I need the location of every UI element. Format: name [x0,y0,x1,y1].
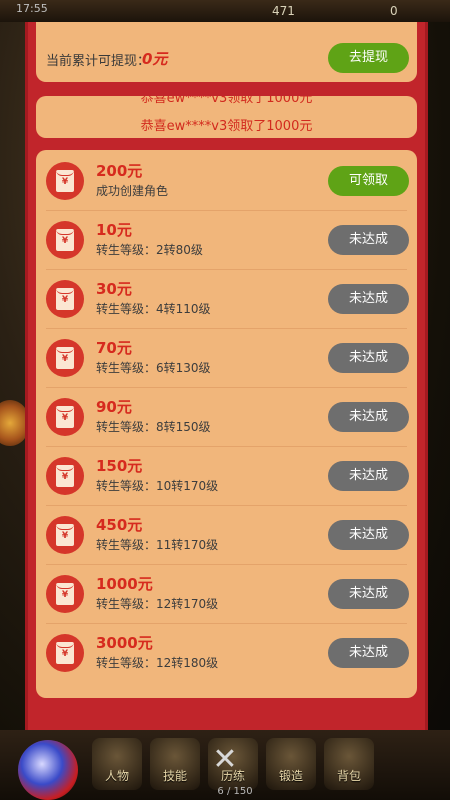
red-envelope-icon: ¥ [46,280,84,318]
reward-row: ¥90元转生等级：8转150级 未达成 [36,388,417,447]
yen-symbol: ¥ [61,177,69,187]
yen-symbol: ¥ [61,295,69,305]
reward-condition: 转生等级：6转130级 [96,361,211,375]
page-counter: 6 / 150 [217,786,253,797]
not-reached-button: 未达成 [328,461,409,491]
red-envelope-icon: ¥ [46,457,84,495]
not-reached-button: 未达成 [328,579,409,609]
yen-symbol: ¥ [61,472,69,482]
reward-amount: 30元 [96,280,132,298]
red-envelope-icon: ¥ [46,221,84,259]
not-reached-button: 未达成 [328,343,409,373]
status-bar: 17:55 471 0 [0,0,450,22]
reward-row: ¥70元转生等级：6转130级 未达成 [36,329,417,388]
reward-condition: 转生等级：11转170级 [96,538,219,552]
not-reached-button: 未达成 [328,520,409,550]
not-reached-button: 未达成 [328,638,409,668]
reward-amount: 10元 [96,221,132,239]
red-envelope-icon: ¥ [46,339,84,377]
status-time: 17:55 [16,2,48,15]
bottom-nav-label: 技能 [162,769,187,783]
health-orb [18,740,78,800]
reward-condition: 转生等级：8转150级 [96,420,211,434]
reward-condition: 转生等级：12转180级 [96,656,219,670]
close-icon[interactable]: ✕ [210,745,240,775]
withdraw-label: 当前累计可提现： [46,54,151,69]
reward-condition: 转生等级：2转80级 [96,243,203,257]
yen-symbol: ¥ [61,531,69,541]
ticker-previous-line: 恭喜ew****v3领取了1000元 [140,96,313,106]
not-reached-button: 未达成 [328,225,409,255]
yen-symbol: ¥ [61,590,69,600]
reward-amount: 150元 [96,457,143,475]
ticker-current-line: 恭喜ew****v3领取了1000元 [140,119,313,134]
yen-symbol: ¥ [61,649,69,659]
red-envelope-icon: ¥ [46,575,84,613]
reward-list: ¥200元 成功创建角色 可领取 ¥10元 转生等级：2转80级 未达成 ¥30元 转生等级：… [36,150,417,698]
claim-button[interactable]: 可领取 [328,166,409,196]
reward-row: ¥150元转生等级：10转170级 未达成 [36,447,417,506]
reward-amount: 3000元 [96,634,153,652]
yen-symbol: ¥ [61,354,69,364]
not-reached-button: 未达成 [328,284,409,314]
reward-amount: 70元 [96,339,132,357]
bottom-nav-item[interactable]: 锻造 [266,738,316,790]
reward-row: ¥3000元转生等级：12转180级 未达成 [36,624,417,683]
yen-symbol: ¥ [61,236,69,246]
bottom-nav-label: 锻造 [278,769,303,783]
reward-row: ¥200元成功创建角色 可领取 [36,152,417,211]
winner-ticker: 恭喜ew****v3领取了1000元 恭喜ew****v3领取了1000元 [36,96,417,138]
bottom-nav-item[interactable]: 背包 [324,738,374,790]
status-counter-b: 0 [390,4,398,18]
status-counter-a: 471 [272,4,295,18]
reward-condition: 成功创建角色 [96,184,169,198]
reward-row: ¥450元转生等级：11转170级 未达成 [36,506,417,565]
reward-row: ¥10元转生等级：2转80级 未达成 [36,211,417,270]
reward-amount: 200元 [96,162,143,180]
bottom-nav-item[interactable]: 人物 [92,738,142,790]
reward-condition: 转生等级：10转170级 [96,479,219,493]
red-envelope-icon: ¥ [46,634,84,672]
withdraw-summary-card: 当前累计可提现： 0元 去提现 [36,22,417,82]
bottom-nav-label: 人物 [104,769,129,783]
not-reached-button: 未达成 [328,402,409,432]
bottom-nav-item[interactable]: 技能 [150,738,200,790]
red-envelope-icon: ¥ [46,162,84,200]
red-envelope-icon: ¥ [46,516,84,554]
yen-symbol: ¥ [61,413,69,423]
bottom-nav-label: 背包 [336,769,361,783]
withdraw-amount: 0元 [142,50,168,68]
withdraw-reward-panel: 当前累计可提现： 0元 去提现 恭喜ew****v3领取了1000元 恭喜ew*… [25,22,428,737]
reward-condition: 转生等级：12转170级 [96,597,219,611]
reward-amount: 450元 [96,516,143,534]
reward-amount: 90元 [96,398,132,416]
reward-condition: 转生等级：4转110级 [96,302,211,316]
withdraw-button[interactable]: 去提现 [328,43,409,73]
reward-row: ¥30元转生等级：4转110级 未达成 [36,270,417,329]
red-envelope-icon: ¥ [46,398,84,436]
reward-amount: 1000元 [96,575,153,593]
reward-row: ¥1000元转生等级：12转170级 未达成 [36,565,417,624]
